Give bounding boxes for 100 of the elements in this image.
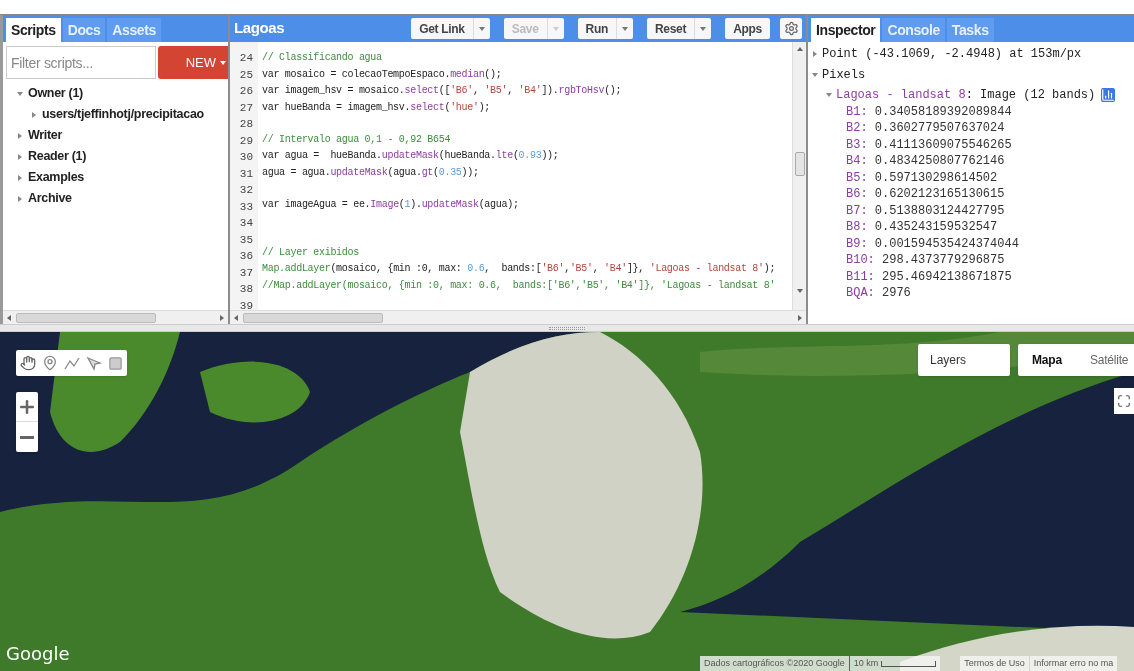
caret-icon xyxy=(478,25,485,32)
horizontal-scrollbar[interactable] xyxy=(3,310,228,324)
hand-icon xyxy=(20,355,36,371)
map-type-button[interactable]: Satélite xyxy=(1075,344,1134,376)
code-line: //Map.addLayer(mosaico, {min :0, max: 0.6, bands:['B6','B5', 'B4']}, 'Lagoas - landsat 8' xyxy=(262,279,776,291)
caret-icon xyxy=(17,195,23,202)
band-value: BQA: 2976 xyxy=(846,285,912,302)
caret-icon xyxy=(812,71,818,78)
map-logo: Google xyxy=(6,642,70,666)
fullscreen-button[interactable] xyxy=(1114,388,1134,414)
map-attribution: Dados cartográficos ©2020 Google xyxy=(700,656,849,671)
band-value: B2: 0.3602779507637024 xyxy=(846,120,1006,137)
band-value: B10: 298.4373779296875 xyxy=(846,252,1006,269)
caret-icon xyxy=(700,25,707,32)
scale-bar: 10 km xyxy=(849,656,941,671)
scroll-arrow-icon[interactable] xyxy=(219,314,225,321)
map-type-button[interactable]: Mapa xyxy=(1018,344,1076,376)
caret-icon xyxy=(622,25,628,32)
vertical-scrollbar[interactable] xyxy=(792,42,806,310)
line-number: 27 xyxy=(239,100,253,116)
line-number: 32 xyxy=(239,183,253,198)
line-number: 26 xyxy=(239,84,253,99)
line-number: 34 xyxy=(239,216,253,231)
code-line: agua = agua.updateMask(agua.gt(0.35)); xyxy=(262,166,479,178)
band-value: B9: 0.001594535424374044 xyxy=(846,235,1020,252)
band-value: B3: 0.41113609075546265 xyxy=(846,136,1013,153)
line-number: 29 xyxy=(239,133,253,149)
layers-button[interactable]: Layers xyxy=(918,344,1010,376)
scroll-arrow-icon[interactable] xyxy=(796,46,803,52)
band-value: B7: 0.5138803124427795 xyxy=(846,202,1006,219)
tree-item[interactable]: Examples xyxy=(28,168,84,187)
band-value: B5: 0.597130298614502 xyxy=(846,169,999,186)
toolbar-button[interactable]: Run xyxy=(577,18,633,39)
caret-icon xyxy=(17,174,23,181)
new-button[interactable]: NEW xyxy=(158,46,228,79)
line-number: 38 xyxy=(239,282,253,297)
pixels-label[interactable]: Pixels xyxy=(822,66,866,83)
code-line: var imagem_hsv = mosaico.select(['B6', 'B5', 'B4']).rgbToHsv(); xyxy=(262,85,622,96)
band-value: B11: 295.46942138671875 xyxy=(846,268,1013,285)
caret-icon xyxy=(17,90,23,97)
tree-item[interactable]: Reader (1) xyxy=(28,147,87,166)
code-line: var hueBanda = imagem_hsv.select('hue'); xyxy=(262,101,491,113)
pin-icon xyxy=(42,355,58,371)
settings-button[interactable] xyxy=(780,18,802,39)
code-line: // Classificando agua xyxy=(262,52,382,63)
scroll-arrow-icon[interactable] xyxy=(6,314,12,321)
report-link[interactable]: Informar erro no ma xyxy=(1029,656,1118,671)
line-number: 25 xyxy=(239,67,253,83)
toolbar-button[interactable]: Apps xyxy=(725,18,770,39)
band-value: B6: 0.6202123165130615 xyxy=(846,186,1006,203)
line-number: 28 xyxy=(239,117,253,132)
terms-link[interactable]: Termos de Uso xyxy=(960,656,1029,671)
chart-icon xyxy=(1101,88,1116,103)
caret-icon xyxy=(17,153,23,160)
band-value: B8: 0.435243159532547 xyxy=(846,219,999,236)
line-number: 30 xyxy=(239,150,253,165)
horizontal-scrollbar[interactable] xyxy=(230,310,806,324)
settings-icon xyxy=(783,21,799,36)
toolbar-button[interactable]: Reset xyxy=(647,18,712,39)
line-number: 35 xyxy=(239,232,253,248)
tab[interactable]: Inspector xyxy=(811,18,881,42)
scroll-arrow-icon[interactable] xyxy=(233,314,239,321)
code-line: Map.addLayer(mosaico, {min :0, max: 0.6, bands:['B6','B5', 'B4']}, 'Lagoas - landsat 8'); xyxy=(262,263,776,275)
toolbar-button[interactable]: Get Link xyxy=(411,18,490,39)
caret-icon xyxy=(812,51,818,58)
script-title: Lagoas xyxy=(234,18,285,39)
scrollbar-thumb[interactable] xyxy=(16,312,156,323)
tree-item[interactable]: Archive xyxy=(28,189,72,208)
code-line: // Intervalo agua 0,1 - 0,92 B654 xyxy=(262,133,451,145)
scrollbar-thumb[interactable] xyxy=(794,152,805,176)
band-value: B1: 0.34058189392089844 xyxy=(846,103,1013,120)
caret-icon xyxy=(220,59,226,66)
layer-label[interactable]: Lagoas - landsat 8: Image (12 bands) xyxy=(836,87,1096,104)
caret-icon xyxy=(826,92,832,99)
tree-item[interactable]: Owner (1) xyxy=(28,84,83,103)
line-number: 33 xyxy=(239,199,253,215)
filter-field[interactable]: Filter scripts... xyxy=(6,46,156,79)
tree-item[interactable]: Writer xyxy=(28,126,63,145)
scroll-arrow-icon[interactable] xyxy=(796,288,803,294)
caret-icon xyxy=(552,25,559,32)
caret-icon xyxy=(17,132,23,139)
line-number: 39 xyxy=(239,298,253,310)
fullscreen-icon xyxy=(1117,394,1131,408)
minus-icon xyxy=(20,435,34,439)
point-info[interactable]: Point (-43.1069, -2.4948) at 153m/px xyxy=(822,46,1082,63)
code-line: var imageAgua = ee.Image(1).updateMask(agua); xyxy=(262,198,519,210)
band-value: B4: 0.4834250807762146 xyxy=(846,153,1006,170)
line-number: 24 xyxy=(239,51,253,66)
caret-icon xyxy=(31,111,37,118)
rectangle-icon xyxy=(108,355,123,371)
code-line: var agua = hueBanda.updateMask(hueBanda.lte(0.93)); xyxy=(262,150,559,162)
line-icon xyxy=(64,355,80,371)
code-line: // Layer exibidos xyxy=(262,246,359,258)
tree-item[interactable]: users/tjeffinhotj/precipitacao xyxy=(42,105,204,124)
scroll-arrow-icon[interactable] xyxy=(797,314,803,321)
resize-handle[interactable] xyxy=(549,326,585,330)
line-number: 31 xyxy=(239,166,253,182)
scrollbar-thumb[interactable] xyxy=(243,312,383,323)
tab[interactable]: Scripts xyxy=(6,18,61,42)
line-number: 36 xyxy=(239,249,253,264)
